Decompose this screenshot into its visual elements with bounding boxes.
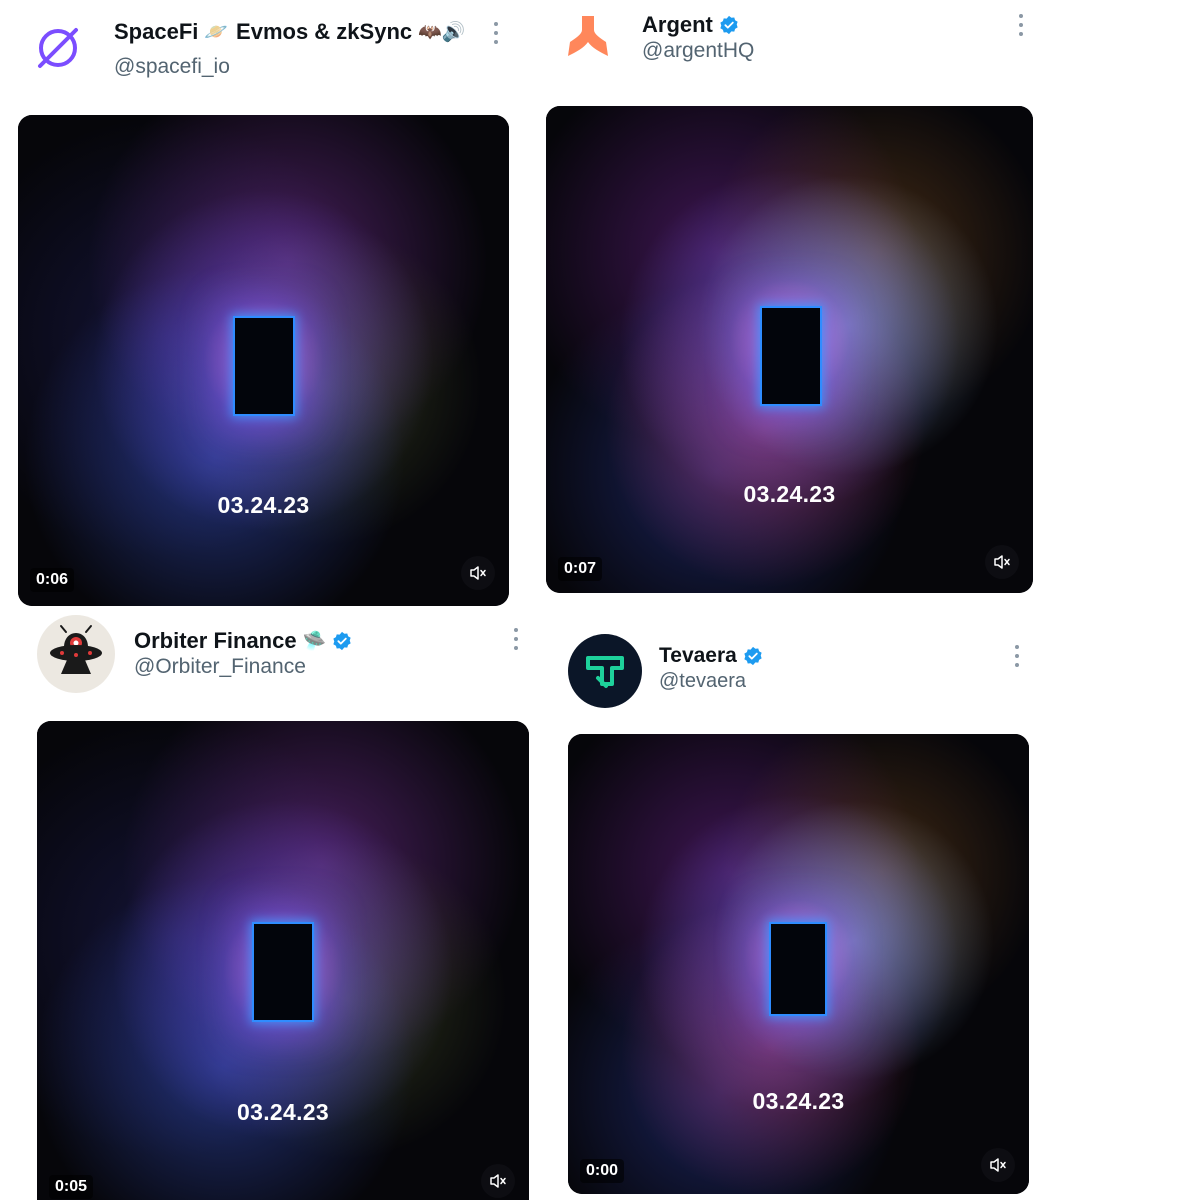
video-player[interactable]: 03.24.23 0:06 [18, 115, 509, 606]
speaker-muted-icon [490, 1174, 506, 1188]
video-date-text: 03.24.23 [237, 1099, 329, 1125]
portal-graphic [233, 316, 295, 416]
user-handle[interactable]: @Orbiter_Finance [134, 655, 306, 679]
spacefi-logo-icon [38, 28, 78, 68]
portal-graphic [760, 306, 822, 406]
argent-logo-icon [568, 16, 608, 56]
display-name[interactable]: Argent [642, 12, 713, 38]
mute-button[interactable] [461, 556, 495, 590]
mute-button[interactable] [985, 545, 1019, 579]
more-options-icon[interactable] [513, 628, 519, 650]
video-timestamp: 0:06 [30, 568, 75, 592]
user-handle[interactable]: @spacefi_io [114, 55, 230, 79]
orbiter-logo-icon [50, 625, 102, 674]
speaker-muted-icon [990, 1158, 1006, 1172]
verified-badge-icon [720, 15, 738, 35]
more-options-icon[interactable] [1014, 645, 1020, 667]
mute-button[interactable] [981, 1148, 1015, 1182]
speaker-muted-icon [470, 566, 486, 580]
bat-speaker-emoji: 🦇🔊 [418, 21, 466, 43]
video-timestamp: 0:07 [558, 557, 603, 581]
mute-button[interactable] [481, 1164, 515, 1198]
display-name-extra[interactable]: Evmos & zkSync [236, 19, 412, 45]
verified-badge-icon [333, 631, 351, 651]
video-date-text: 03.24.23 [743, 481, 836, 507]
avatar[interactable] [556, 10, 616, 70]
more-options-icon[interactable] [1018, 14, 1024, 36]
portal-graphic [769, 922, 827, 1016]
video-player[interactable]: 03.24.23 0:00 [568, 734, 1029, 1194]
avatar[interactable] [37, 615, 115, 693]
more-options-icon[interactable] [493, 22, 499, 44]
user-handle[interactable]: @argentHQ [642, 39, 754, 63]
avatar[interactable] [30, 20, 86, 76]
display-name[interactable]: Orbiter Finance [134, 628, 297, 654]
speaker-muted-icon [994, 555, 1010, 569]
avatar[interactable] [568, 634, 642, 708]
portal-graphic [252, 922, 314, 1022]
ufo-emoji: 🛸 [302, 630, 327, 652]
tevaera-logo-icon [586, 656, 624, 688]
planet-emoji: 🪐 [204, 21, 229, 43]
video-date-text: 03.24.23 [217, 492, 310, 518]
video-date-text: 03.24.23 [752, 1088, 845, 1114]
video-timestamp: 0:00 [580, 1159, 625, 1183]
video-player[interactable]: 03.24.23 0:07 [546, 106, 1033, 593]
display-name[interactable]: Tevaera [659, 644, 737, 668]
user-handle[interactable]: @tevaera [659, 670, 746, 693]
display-name[interactable]: SpaceFi [114, 19, 198, 45]
video-player[interactable]: 03.24.23 0:05 [37, 721, 529, 1200]
video-timestamp: 0:05 [49, 1175, 94, 1199]
verified-badge-icon [744, 646, 762, 666]
